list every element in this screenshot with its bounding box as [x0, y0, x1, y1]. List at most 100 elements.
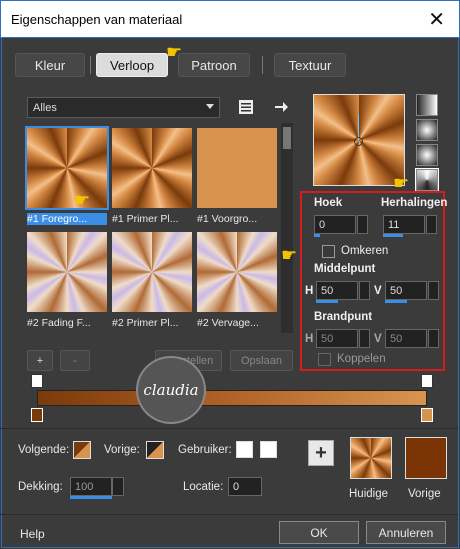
- tab-textuur[interactable]: Textuur: [274, 53, 346, 77]
- prev-swatch[interactable]: [146, 441, 164, 459]
- pointing-hand-icon: ☛: [166, 42, 183, 62]
- gradient-thumbnail[interactable]: [197, 128, 277, 208]
- tab-patroon[interactable]: Patroon: [178, 53, 250, 77]
- angle-input[interactable]: 0: [314, 215, 356, 234]
- color-stop-left[interactable]: [31, 408, 43, 422]
- invert-label: Omkeren: [341, 245, 389, 257]
- angle-label: Hoek: [314, 197, 343, 209]
- gradient-thumbnail[interactable]: [112, 232, 192, 312]
- remove-gradient-button[interactable]: -: [60, 350, 90, 371]
- focal-label: Brandpunt: [314, 311, 373, 323]
- next-swatch[interactable]: [73, 441, 91, 459]
- opacity-label: Dekking:: [18, 481, 63, 493]
- tab-divider: [262, 56, 263, 74]
- gradient-bar[interactable]: [37, 390, 427, 406]
- pointing-hand-icon: ☛: [74, 190, 91, 210]
- link-checkbox[interactable]: [318, 353, 331, 366]
- current-swatch: [350, 437, 392, 479]
- gradient-preview[interactable]: [313, 94, 405, 186]
- repeats-input[interactable]: 11: [383, 215, 425, 234]
- opacity-stop-right[interactable]: [421, 374, 433, 388]
- gradient-caption: #1 Primer Pl...: [112, 213, 179, 225]
- help-link[interactable]: Help: [20, 527, 45, 541]
- gradient-item[interactable]: #1 Primer Pl...: [112, 128, 192, 225]
- close-icon[interactable]: ✕: [428, 7, 445, 32]
- gradient-item[interactable]: #2 Fading F...: [27, 232, 107, 329]
- title-bar: Eigenschappen van materiaal ✕: [0, 0, 460, 38]
- gradient-scrollbar[interactable]: [281, 123, 293, 333]
- gradient-caption: #2 Vervage...: [197, 317, 259, 329]
- center-h-slider[interactable]: [316, 300, 338, 303]
- invert-checkbox[interactable]: [322, 245, 335, 258]
- center-marker[interactable]: [354, 137, 363, 146]
- sunburst-style-button[interactable]: [415, 168, 439, 192]
- gradient-thumbnail[interactable]: [197, 232, 277, 312]
- gradient-item[interactable]: #2 Primer Pl...: [112, 232, 192, 329]
- spin-arrow-icon[interactable]: [112, 477, 124, 496]
- spin-arrow-icon[interactable]: [428, 329, 439, 348]
- gradient-item[interactable]: #1 Voorgro...: [197, 128, 277, 225]
- linear-style-button[interactable]: [416, 94, 438, 116]
- rectangular-style-button[interactable]: [416, 119, 438, 141]
- arrow-right-icon[interactable]: [273, 99, 289, 115]
- spin-arrow-icon[interactable]: [428, 281, 439, 300]
- previous-label: Vorige: [408, 488, 441, 500]
- location-label: Locatie:: [183, 481, 224, 493]
- opacity-stop-left[interactable]: [31, 374, 43, 388]
- list-view-icon[interactable]: [238, 99, 254, 115]
- prev-label: Vorige:: [104, 444, 140, 456]
- gradient-caption: #1 Voorgro...: [197, 213, 258, 225]
- center-v-input[interactable]: 50: [385, 281, 427, 300]
- window-title: Eigenschappen van materiaal: [11, 12, 183, 27]
- gradient-thumbnail[interactable]: [27, 232, 107, 312]
- gradient-caption: #2 Primer Pl...: [112, 317, 179, 329]
- repeats-slider[interactable]: [383, 234, 403, 237]
- chevron-down-icon: [206, 104, 214, 109]
- location-input[interactable]: 0: [228, 477, 262, 496]
- center-v-slider[interactable]: [385, 300, 407, 303]
- add-gradient-button[interactable]: +: [27, 350, 53, 371]
- center-h-input[interactable]: 50: [316, 281, 358, 300]
- scrollbar-thumb[interactable]: [283, 127, 291, 149]
- divider: [0, 428, 458, 429]
- tab-verloop[interactable]: Verloop: [96, 53, 168, 77]
- opacity-slider[interactable]: [70, 496, 112, 499]
- focal-v-input[interactable]: 50: [385, 329, 427, 348]
- pointing-hand-icon: ☛: [281, 245, 298, 265]
- center-label: Middelpunt: [314, 263, 376, 275]
- next-label: Volgende:: [18, 444, 70, 456]
- user-label: Gebruiker:: [178, 444, 232, 456]
- opacity-input[interactable]: 100: [70, 477, 112, 496]
- spin-arrow-icon[interactable]: [426, 215, 437, 234]
- spin-arrow-icon[interactable]: [359, 329, 370, 348]
- category-select[interactable]: Alles: [27, 97, 220, 118]
- tab-divider: [90, 56, 91, 74]
- gradient-item[interactable]: #1 Foregro...: [25, 126, 109, 225]
- save-button[interactable]: Opslaan: [230, 350, 293, 371]
- color-stop-right[interactable]: [421, 408, 433, 422]
- previous-swatch[interactable]: [405, 437, 447, 479]
- tab-kleur[interactable]: Kleur: [15, 53, 85, 77]
- add-to-swatches-button[interactable]: +: [308, 440, 334, 466]
- gradient-item[interactable]: #2 Vervage...: [197, 232, 277, 329]
- divider: [0, 514, 458, 515]
- focal-v-label: V: [374, 333, 382, 345]
- link-label: Koppelen: [337, 353, 386, 365]
- focal-h-input[interactable]: 50: [316, 329, 358, 348]
- category-value: Alles: [33, 101, 57, 114]
- center-v-label: V: [374, 285, 382, 297]
- spin-arrow-icon[interactable]: [357, 215, 368, 234]
- cancel-button[interactable]: Annuleren: [366, 521, 446, 544]
- center-h-label: H: [305, 285, 314, 297]
- user-swatch-1[interactable]: [236, 441, 253, 458]
- gradient-thumbnail[interactable]: [25, 126, 109, 210]
- user-swatch-2[interactable]: [260, 441, 277, 458]
- ok-button[interactable]: OK: [279, 521, 359, 544]
- spin-arrow-icon[interactable]: [359, 281, 370, 300]
- angle-slider[interactable]: [314, 234, 320, 237]
- radial-style-button[interactable]: [416, 144, 438, 166]
- gradient-thumbnail[interactable]: [112, 128, 192, 208]
- repeats-label: Herhalingen: [381, 197, 448, 209]
- watermark-logo: claudia: [136, 356, 206, 424]
- focal-h-label: H: [305, 333, 314, 345]
